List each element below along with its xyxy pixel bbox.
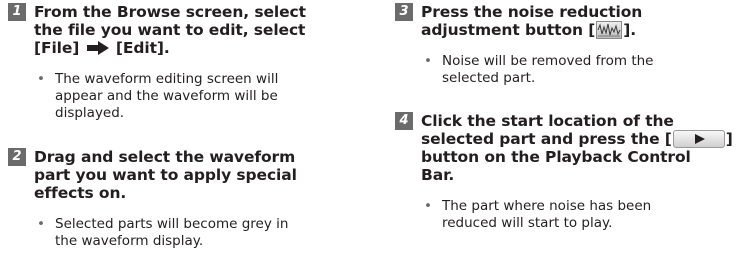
bullet-text-line: the waveform display. xyxy=(55,233,204,249)
menu-file: [File] xyxy=(34,39,80,57)
step-title-line: From the Browse screen, select xyxy=(34,3,306,21)
step-title-text: adjustment button [ xyxy=(421,21,596,39)
bullet-text-line: displayed. xyxy=(55,105,125,121)
step-title: Drag and select the waveform part you wa… xyxy=(34,148,340,202)
step-number-badge: 2 xyxy=(8,148,26,166)
arrow-right-icon xyxy=(86,41,109,55)
step-title-line: Bar. xyxy=(421,166,455,184)
step-title-line: Drag and select the waveform xyxy=(34,148,296,166)
step-title-line: Click the start location of the xyxy=(421,112,674,130)
step-number-badge: 1 xyxy=(8,3,26,21)
bullet-symbol: • xyxy=(424,198,432,214)
step-title: From the Browse screen, select the file … xyxy=(34,3,340,57)
bullet-item: • Selected parts will become grey in the… xyxy=(37,216,332,250)
bullet-text-line: appear and the waveform will be xyxy=(55,88,278,104)
step-title-text: selected part and press the [ xyxy=(421,130,672,148)
noise-reduction-icon xyxy=(596,21,623,39)
step-title-line: effects on. xyxy=(34,184,127,202)
step-title-line: the file you want to edit, select xyxy=(34,21,306,39)
step-title-line: adjustment button []. xyxy=(421,21,741,39)
step-title: Press the noise reduction adjustment but… xyxy=(421,3,741,39)
step-title-text: ] xyxy=(725,130,733,148)
bullet-text-line: selected part. xyxy=(442,70,536,86)
bullet-text-line: The part where noise has been xyxy=(442,198,652,214)
play-triangle xyxy=(694,134,705,144)
bullet-symbol: • xyxy=(424,53,432,69)
step-title-line: [File] [Edit]. xyxy=(34,39,340,57)
menu-edit: [Edit]. xyxy=(115,39,170,57)
step-number-badge: 4 xyxy=(395,112,413,130)
step-title-line: button on the Playback Control xyxy=(421,148,691,166)
noise-reduction-waveform xyxy=(597,23,621,37)
step-title: Click the start location of the selected… xyxy=(421,112,741,184)
bullet-text-line: The waveform editing screen will xyxy=(55,71,279,87)
step-title-line: selected part and press the [] xyxy=(421,130,741,148)
bullet-item: • The part where noise has been reduced … xyxy=(424,198,733,232)
bullet-item: • The waveform editing screen will appea… xyxy=(37,71,332,122)
step-title-text: ]. xyxy=(623,21,637,39)
bullet-text-line: Selected parts will become grey in xyxy=(55,216,289,232)
step-title-line: part you want to apply special xyxy=(34,166,297,184)
bullet-symbol: • xyxy=(37,216,45,232)
play-icon xyxy=(672,130,725,148)
bullet-symbol: • xyxy=(37,71,45,87)
step-number-badge: 3 xyxy=(395,3,413,21)
step-title-line: Press the noise reduction xyxy=(421,3,643,21)
bullet-item: • Noise will be removed from the selecte… xyxy=(424,53,733,87)
bullet-text-line: Noise will be removed from the xyxy=(442,53,654,69)
bullet-text-line: reduced will start to play. xyxy=(442,215,613,231)
